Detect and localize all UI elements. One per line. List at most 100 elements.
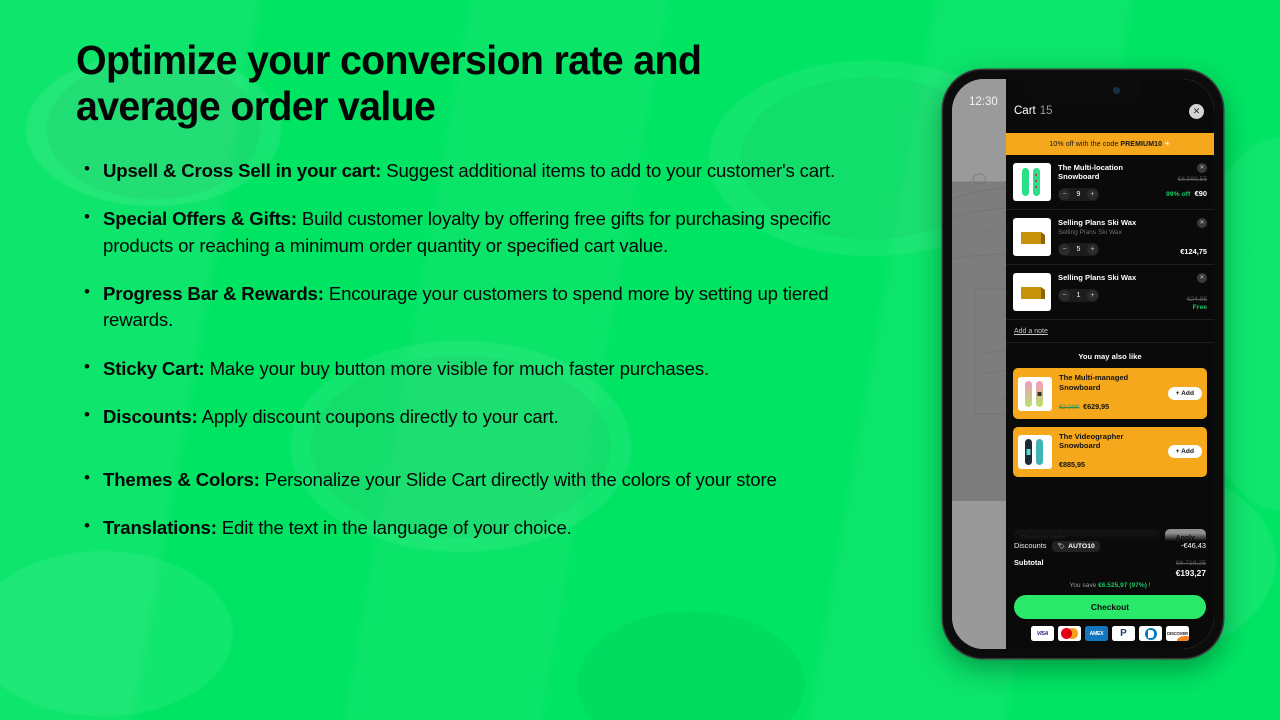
product-thumbnail xyxy=(1013,273,1051,312)
ski-wax-image xyxy=(1021,232,1045,244)
decrement-button[interactable]: − xyxy=(1059,289,1070,301)
feature-list: Upsell & Cross Sell in your cart: Sugges… xyxy=(76,157,836,542)
quantity-value: 9 xyxy=(1076,190,1081,198)
feature-body: Apply discount coupons directly to your … xyxy=(197,406,559,428)
discount-price-row: 99% off €90 xyxy=(1166,183,1207,200)
recommendation-card[interactable]: The Multi-managed Snowboard €2.000 €629,9… xyxy=(1013,368,1207,419)
subtotal-row: Subtotal €6.719,25 €193,27 xyxy=(1014,553,1206,579)
current-price: €629,95 xyxy=(1083,401,1110,411)
feature-title: Upsell & Cross Sell in your cart: xyxy=(103,159,382,181)
promo-code: PREMIUM10 xyxy=(1120,141,1163,148)
mastercard-icon xyxy=(1058,626,1081,641)
quantity-value: 1 xyxy=(1076,291,1081,299)
price-block: €124,75 xyxy=(1180,246,1207,256)
phone-notch xyxy=(1024,79,1142,104)
snowboard-image xyxy=(1025,438,1043,465)
add-to-cart-button[interactable]: + Add xyxy=(1167,445,1202,459)
product-thumbnail xyxy=(1013,163,1051,201)
increment-button[interactable]: + xyxy=(1087,244,1098,256)
list-item: Themes & Colors: Personalize your Slide … xyxy=(76,466,836,493)
recommendation-info: The Multi-managed Snowboard €2.000 €629,9… xyxy=(1052,373,1164,413)
product-variant: Selling Plans Ski Wax xyxy=(1058,229,1122,237)
page-title: Optimize your conversion rate and averag… xyxy=(76,37,702,129)
feature-title: Sticky Cart: xyxy=(103,357,205,379)
decrement-button[interactable]: − xyxy=(1059,188,1070,200)
amex-icon: AMEX xyxy=(1085,626,1108,641)
promo-text: 10% off with the code xyxy=(1049,141,1121,148)
phone-screen: 12:30 Cart 15 ✕ 10% off with the code PR… xyxy=(952,79,1214,649)
recommendations-title: You may also like xyxy=(1078,352,1142,362)
savings-suffix: ! xyxy=(1146,582,1151,589)
cart-item: Selling Plans Ski Wax Selling Plans Ski … xyxy=(1006,210,1214,266)
visa-icon: VISA xyxy=(1031,626,1054,641)
cart-item-info: Selling Plans Ski Wax − 1 + xyxy=(1051,273,1183,302)
apply-discount-button[interactable]: Apply xyxy=(1164,529,1206,548)
product-name: The Multi-location Snowboard xyxy=(1058,163,1123,182)
feature-title: Themes & Colors: xyxy=(103,468,260,490)
close-icon[interactable]: ✕ xyxy=(1189,103,1204,119)
product-name: Selling Plans Ski Wax xyxy=(1058,218,1137,227)
paypal-icon: P xyxy=(1112,626,1135,641)
increment-button[interactable]: + xyxy=(1087,289,1098,301)
cart-title: Cart xyxy=(1014,105,1036,117)
current-price: €90 xyxy=(1194,189,1207,198)
list-item: Upsell & Cross Sell in your cart: Sugges… xyxy=(76,157,836,184)
checkout-button[interactable]: Checkout xyxy=(1014,595,1206,619)
list-item: Discounts: Apply discount coupons direct… xyxy=(76,403,836,430)
discount-code-input[interactable]: Discount code xyxy=(1014,529,1160,548)
subtotal-label: Subtotal xyxy=(1014,558,1044,567)
feature-title: Progress Bar & Rewards: xyxy=(103,282,324,304)
quantity-stepper[interactable]: − 9 + xyxy=(1058,187,1099,201)
snowboard-image xyxy=(1022,168,1040,196)
product-thumbnail xyxy=(1018,434,1052,469)
subtotal-values: €6.719,25 €193,27 xyxy=(1176,560,1206,578)
cart-item: Selling Plans Ski Wax − 1 + ✕ €24,95 Fre… xyxy=(1006,265,1214,321)
cart-items-scroll[interactable]: The Multi-location Snowboard − 9 + ✕ €6.… xyxy=(1006,155,1214,525)
promo-banner: 10% off with the code PREMIUM10 ☀ xyxy=(1006,133,1214,155)
quantity-stepper[interactable]: − 1 + xyxy=(1058,288,1099,302)
savings-amount: €6.525,97 (97%) xyxy=(1098,582,1147,589)
sparkle-icon: ☀ xyxy=(1164,141,1171,148)
current-price: €124,75 xyxy=(1180,247,1207,256)
remove-item-icon[interactable]: ✕ xyxy=(1197,218,1207,228)
add-note-link[interactable]: Add a note xyxy=(1006,320,1214,344)
snowboard-image xyxy=(1025,380,1043,407)
cart-item-info: The Multi-location Snowboard − 9 + xyxy=(1051,163,1162,201)
subtotal-current: €193,27 xyxy=(1175,568,1206,578)
discount-badge: 99% off xyxy=(1166,191,1191,198)
product-name: The Videographer Snowboard xyxy=(1059,431,1124,450)
add-to-cart-button[interactable]: + Add xyxy=(1167,387,1202,400)
product-thumbnail xyxy=(1013,218,1051,256)
phone-mockup: 12:30 Cart 15 ✕ 10% off with the code PR… xyxy=(943,70,1223,658)
recommendation-card[interactable]: The Videographer Snowboard €885,95 + Add xyxy=(1013,426,1207,477)
price-block: €24,95 Free xyxy=(1187,296,1207,311)
feature-title: Translations: xyxy=(103,516,217,538)
discount-entry-row: Discount code Apply xyxy=(1014,525,1206,548)
original-price: €24,95 xyxy=(1186,296,1207,304)
decrement-button[interactable]: − xyxy=(1059,244,1070,256)
savings-prefix: You save xyxy=(1069,582,1099,589)
remove-item-icon[interactable]: ✕ xyxy=(1197,163,1207,173)
cart-item-info: Selling Plans Ski Wax Selling Plans Ski … xyxy=(1051,218,1176,257)
price-block: €2.000 €629,95 xyxy=(1059,396,1164,414)
savings-line: You save €6.525,97 (97%) ! xyxy=(1014,579,1206,595)
cart-item-pricing: ✕ €124,75 xyxy=(1176,218,1207,256)
payment-methods: VISA AMEX P DISCOVER xyxy=(1014,619,1206,641)
cart-drawer: Cart 15 ✕ 10% off with the code PREMIUM1… xyxy=(1006,79,1214,649)
product-name: Selling Plans Ski Wax xyxy=(1058,273,1137,283)
cart-item: The Multi-location Snowboard − 9 + ✕ €6.… xyxy=(1006,155,1214,210)
diners-club-icon xyxy=(1139,626,1162,641)
cart-item-count: 15 xyxy=(1039,105,1053,117)
quantity-stepper[interactable]: − 5 + xyxy=(1058,243,1099,257)
list-item: Progress Bar & Rewards: Encourage your c… xyxy=(76,280,836,334)
remove-item-icon[interactable]: ✕ xyxy=(1197,273,1207,284)
list-item: Translations: Edit the text in the langu… xyxy=(76,514,836,541)
feature-title: Discounts: xyxy=(103,406,198,428)
product-name: The Multi-managed Snowboard xyxy=(1059,373,1129,392)
quantity-value: 5 xyxy=(1076,246,1081,254)
increment-button[interactable]: + xyxy=(1087,188,1098,200)
discover-icon: DISCOVER xyxy=(1166,626,1189,641)
list-item: Special Offers & Gifts: Build customer l… xyxy=(76,205,836,259)
slide-canvas: Optimize your conversion rate and averag… xyxy=(0,0,1280,720)
feature-title: Special Offers & Gifts: xyxy=(103,208,297,230)
